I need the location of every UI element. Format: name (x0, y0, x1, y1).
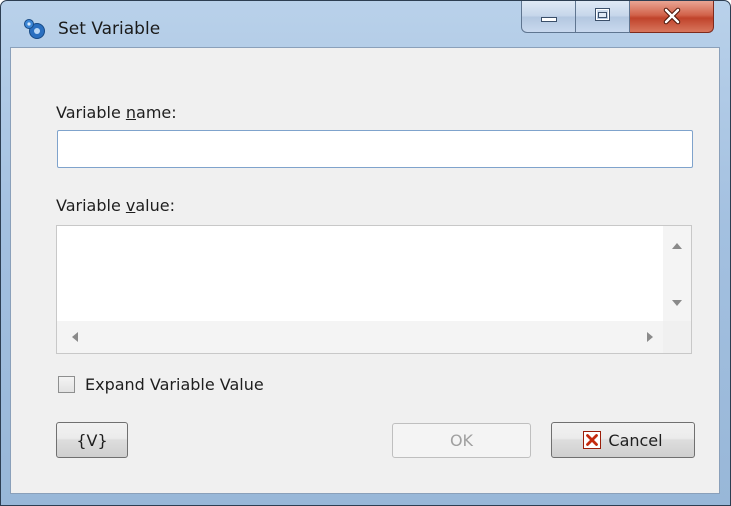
caption-buttons (521, 1, 714, 35)
cancel-label: Cancel (608, 430, 663, 450)
close-icon (663, 7, 681, 25)
maximize-button[interactable] (576, 1, 630, 33)
cancel-button[interactable]: Cancel (551, 422, 695, 458)
expand-variable-label[interactable]: Expand Variable Value (85, 375, 264, 394)
variable-name-accelerator: n (125, 103, 137, 122)
variable-value-input[interactable] (57, 226, 663, 321)
variable-name-input[interactable] (57, 130, 693, 168)
variable-name-label: Variable name: (56, 103, 177, 122)
variable-name-label-part: ame: (136, 103, 177, 122)
window-title: Set Variable (58, 19, 161, 39)
variable-value-memo (56, 225, 692, 354)
app-icon (23, 18, 45, 40)
scroll-down-icon[interactable] (672, 300, 682, 306)
variable-value-label: Variable value: (56, 196, 175, 215)
minimize-icon (541, 17, 557, 22)
close-button[interactable] (630, 1, 714, 33)
insert-variable-button[interactable]: {V} (56, 422, 128, 458)
scrollbar-corner (663, 321, 691, 353)
horizontal-scrollbar[interactable] (57, 321, 663, 353)
maximize-icon (595, 8, 610, 21)
dialog-body: Variable name: Variable value: Expand Va… (10, 47, 720, 494)
vertical-scrollbar[interactable] (663, 226, 691, 321)
scroll-right-icon[interactable] (647, 332, 653, 342)
red-x-icon (583, 431, 602, 449)
set-variable-dialog: Set Variable Variable name: Variable val… (0, 0, 731, 506)
variable-value-label-part: Variable (56, 196, 126, 215)
variable-name-label-part: Variable (56, 103, 126, 122)
title-bar[interactable]: Set Variable (1, 1, 730, 47)
scroll-left-icon[interactable] (72, 332, 78, 342)
variable-value-accelerator: v (125, 196, 136, 215)
ok-button[interactable]: OK (392, 423, 531, 458)
ok-label: OK (449, 431, 474, 450)
scroll-up-icon[interactable] (672, 243, 682, 249)
expand-variable-checkbox[interactable] (58, 376, 75, 393)
insert-variable-label: {V} (76, 430, 108, 450)
variable-value-label-part: alue: (135, 196, 175, 215)
minimize-button[interactable] (521, 1, 576, 33)
